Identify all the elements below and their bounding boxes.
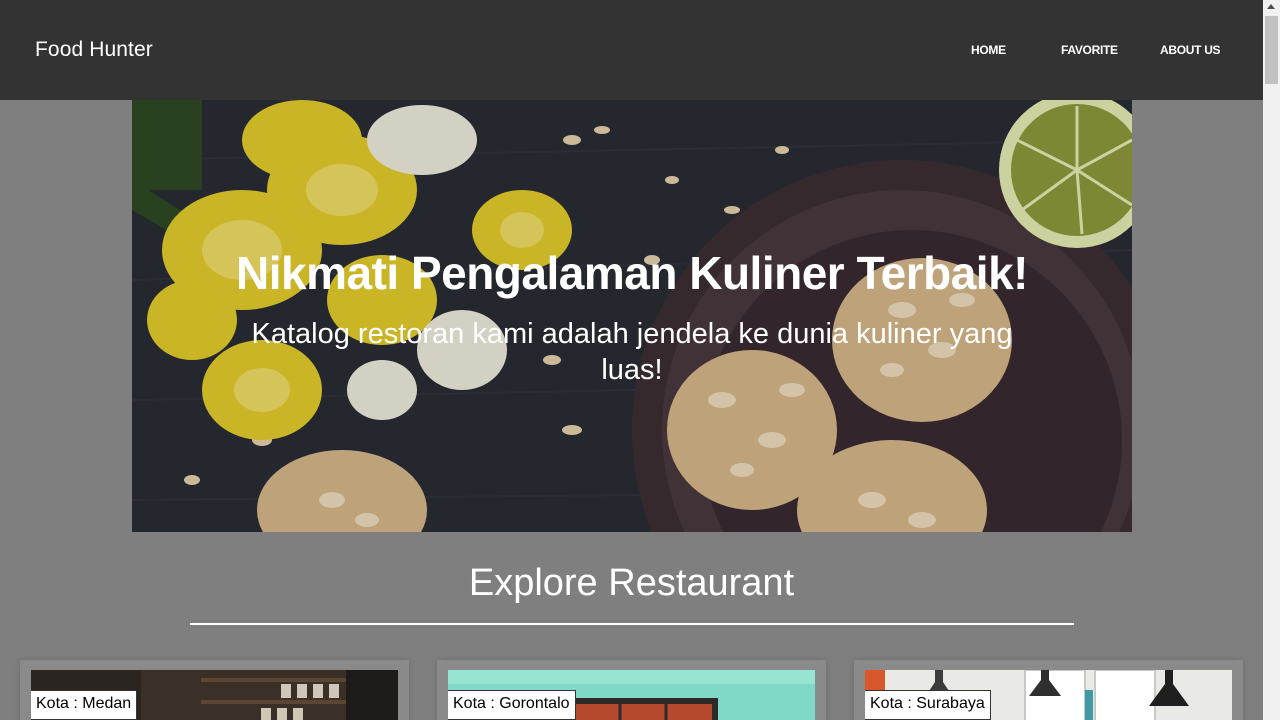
city-badge: Kota : Gorontalo	[448, 690, 576, 720]
scroll-up-arrow-icon[interactable]	[1267, 4, 1275, 9]
restaurant-card[interactable]: Kota : Medan	[20, 660, 409, 720]
restaurant-image[interactable]: Kota : Gorontalo	[448, 670, 815, 720]
navbar: Food Hunter HOME FAVORITE ABOUT US	[0, 0, 1263, 100]
hero-banner: Nikmati Pengalaman Kuliner Terbaik! Kata…	[132, 100, 1132, 532]
nav-home-link[interactable]: HOME	[971, 43, 1006, 57]
city-badge: Kota : Medan	[31, 690, 138, 720]
scroll-thumb[interactable]	[1265, 16, 1278, 84]
section-divider	[190, 623, 1074, 625]
nav-favorite-link[interactable]: FAVORITE	[1061, 43, 1118, 57]
hero-subtitle: Katalog restoran kami adalah jendela ke …	[251, 318, 1013, 386]
restaurant-card[interactable]: Kota : Gorontalo	[437, 660, 826, 720]
explore-section-title: Explore Restaurant	[468, 562, 795, 604]
nav-about-link[interactable]: ABOUT US	[1160, 43, 1221, 57]
brand-logo-link[interactable]: Food Hunter	[35, 38, 153, 62]
vertical-scrollbar[interactable]	[1263, 0, 1280, 720]
restaurant-image[interactable]: Kota : Surabaya	[865, 670, 1232, 720]
restaurant-image[interactable]: Kota : Medan	[31, 670, 398, 720]
restaurant-card[interactable]: Kota : Surabaya	[854, 660, 1243, 720]
hero-title: Nikmati Pengalaman Kuliner Terbaik!	[236, 247, 1029, 299]
city-badge: Kota : Surabaya	[865, 690, 991, 720]
